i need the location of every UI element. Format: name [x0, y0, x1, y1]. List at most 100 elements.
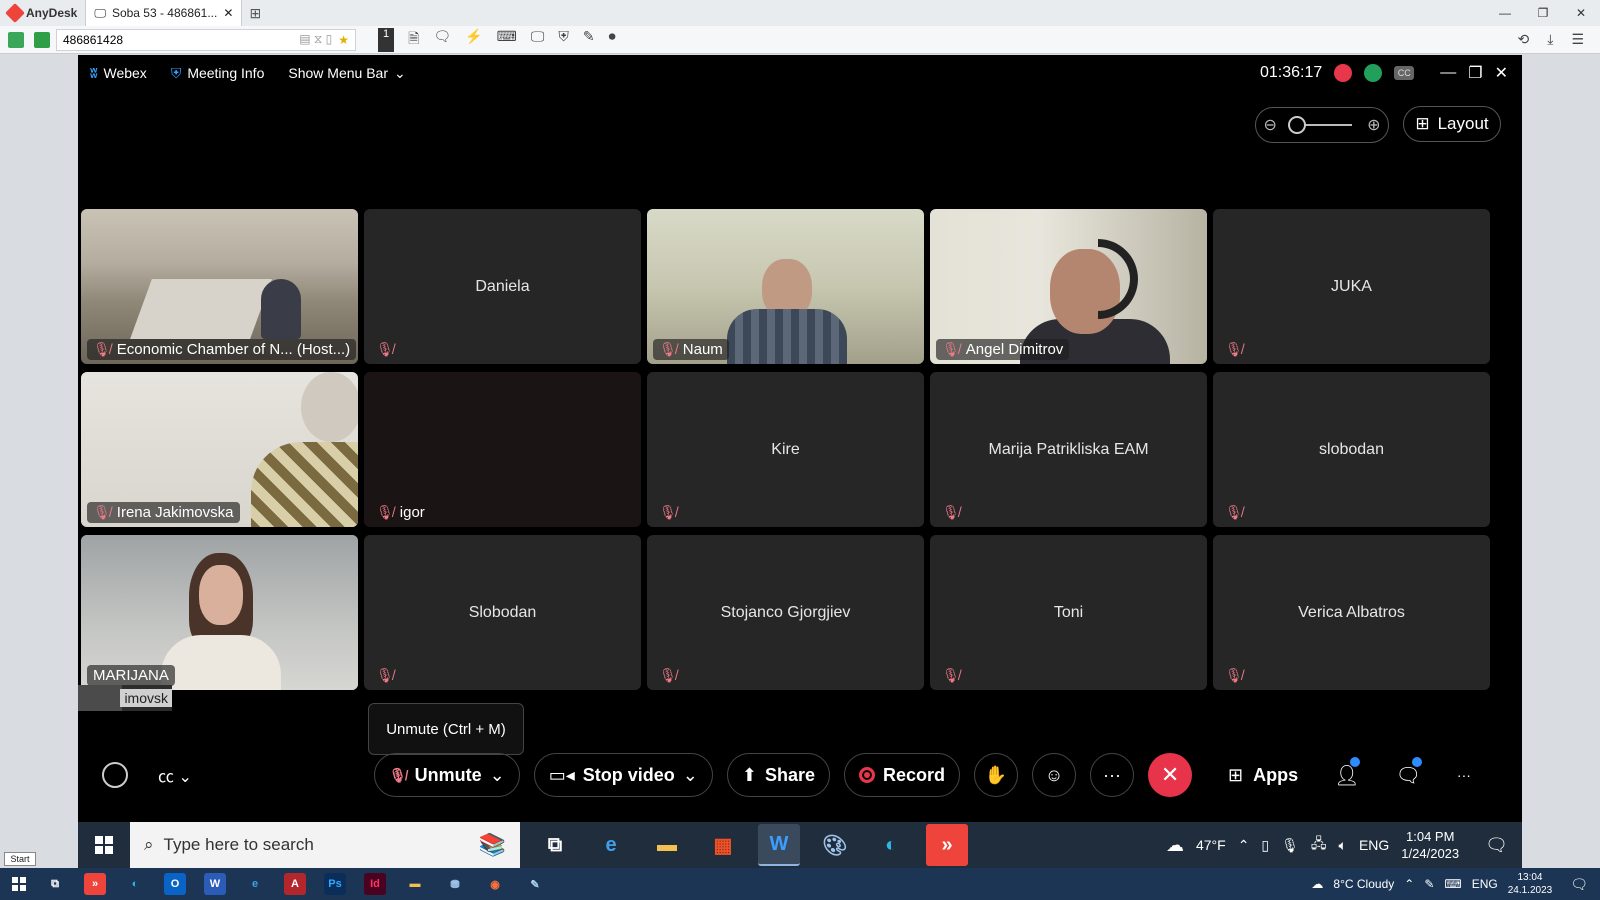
whiteboard-icon[interactable]: ✎	[583, 28, 595, 52]
photoshop-icon[interactable]: Ps	[324, 873, 346, 895]
display-icon[interactable]: 🖵	[531, 28, 545, 52]
device-icon[interactable]: ▯	[1261, 837, 1269, 854]
address-tools-icon[interactable]: ▤ ⧖ ▯	[299, 32, 332, 47]
address-field[interactable]: 486861428 ▤ ⧖ ▯ ★	[56, 28, 356, 51]
file-explorer-icon[interactable]: ▬	[404, 873, 426, 895]
record-button[interactable]: Record	[844, 753, 961, 797]
anydesk-icon[interactable]: »	[84, 873, 106, 895]
tray-chevron-icon[interactable]: ⌃	[1238, 837, 1250, 854]
participant-tile[interactable]: 🎙︎̸ Economic Chamber of N... (Host...)	[81, 209, 358, 364]
participants-button[interactable]: 👤︎	[1334, 756, 1361, 788]
monitor-select-button[interactable]: 1	[378, 27, 395, 52]
participant-tile[interactable]: Marija Patrikliska EAM 🎙︎̸	[930, 372, 1207, 527]
notepad-icon[interactable]: ✎	[524, 873, 546, 895]
acrobat-icon[interactable]: A	[284, 873, 306, 895]
internet-explorer-icon[interactable]: e	[590, 824, 632, 866]
hamburger-menu-icon[interactable]: ☰	[1571, 31, 1584, 48]
participant-tile[interactable]: Kire 🎙︎̸	[647, 372, 924, 527]
local-clock[interactable]: 13:04 24.1.2023	[1508, 871, 1553, 897]
remote-start-button[interactable]	[78, 822, 130, 868]
pen-icon[interactable]: ✎	[1424, 877, 1434, 891]
participant-tile[interactable]: 🎙︎̸ igor	[364, 372, 641, 527]
edge-icon[interactable]: ◐	[870, 824, 912, 866]
minimize-icon[interactable]: —	[1486, 6, 1524, 20]
word-icon[interactable]: W	[204, 873, 226, 895]
webex-minimize-icon[interactable]: —	[1440, 64, 1456, 82]
record-session-icon[interactable]: ⏺	[609, 28, 616, 52]
zoom-track[interactable]	[1288, 116, 1352, 134]
paint-icon[interactable]: 🎨︎	[814, 824, 856, 866]
permissions-icon[interactable]: ⛨	[558, 28, 569, 52]
internet-explorer-icon[interactable]: e	[244, 873, 266, 895]
participant-tile[interactable]: Slobodan 🎙︎̸	[364, 535, 641, 690]
local-start-icon[interactable]	[12, 877, 26, 891]
close-tab-icon[interactable]: ✕	[223, 6, 233, 20]
keyboard-icon[interactable]: ⌨	[1444, 877, 1461, 891]
participant-tile[interactable]: JUKA 🎙︎̸	[1213, 209, 1490, 364]
webex-restore-icon[interactable]: ❐	[1468, 63, 1482, 83]
webex-taskbar-icon[interactable]: W	[758, 824, 800, 866]
closed-caption-badge[interactable]: CC	[1394, 66, 1415, 80]
raise-hand-button[interactable]: ✋	[974, 753, 1019, 797]
download-icon[interactable]: ⤓	[1547, 31, 1553, 48]
volume-icon[interactable]: 🔈︎	[1339, 837, 1347, 854]
anydesk-taskbar-icon[interactable]: »	[926, 824, 968, 866]
history-icon[interactable]: ⟲	[1518, 31, 1530, 48]
local-language[interactable]: ENG	[1472, 877, 1498, 891]
file-explorer-icon[interactable]: ▬	[646, 824, 688, 866]
participant-tile[interactable]: Stojanco Gjorgjiev 🎙︎̸	[647, 535, 924, 690]
notifications-icon[interactable]: 🗨︎	[1485, 835, 1508, 856]
keyboard-icon[interactable]: ⌨	[497, 28, 517, 52]
firefox-icon[interactable]: ◉	[484, 873, 506, 895]
overflow-menu-button[interactable]: ···	[1457, 767, 1471, 783]
chevron-down-icon[interactable]: ⌄	[490, 765, 505, 786]
participant-tile[interactable]: 🎙︎̸ Angel Dimitrov	[930, 209, 1207, 364]
unmute-button[interactable]: 🎙︎̸ Unmute ⌄	[373, 753, 520, 797]
network-health-icon[interactable]	[1364, 64, 1383, 82]
new-tab-icon[interactable]: ⊞	[242, 5, 268, 22]
participant-tile[interactable]: 🎙︎̸ Irena Jakimovska	[81, 372, 358, 527]
chevron-down-icon[interactable]: ⌄	[683, 765, 698, 786]
zoom-out-icon[interactable]: ⊖	[1264, 115, 1277, 135]
stop-video-button[interactable]: ▭◂ Stop video ⌄	[533, 753, 713, 797]
active-speaker-tile[interactable]: MARIJANA	[81, 535, 358, 690]
notifications-icon[interactable]: 🗨︎	[1570, 876, 1588, 893]
tray-chevron-icon[interactable]: ⌃	[1404, 877, 1414, 891]
participant-tile[interactable]: slobodan 🎙︎̸	[1213, 372, 1490, 527]
reactions-button[interactable]: ☺	[1032, 753, 1077, 797]
participant-tile[interactable]: Toni 🎙︎̸	[930, 535, 1207, 690]
show-menu-bar-button[interactable]: Show Menu Bar ⌄	[276, 65, 417, 82]
end-call-button[interactable]: ✕	[1148, 753, 1193, 797]
outlook-icon[interactable]: O	[164, 873, 186, 895]
microphone-icon[interactable]: 🎙︎	[1281, 837, 1299, 854]
layout-button[interactable]: ⊞ Layout	[1403, 106, 1501, 142]
restore-icon[interactable]: ❐	[1524, 6, 1562, 20]
participant-tile[interactable]: Daniela 🎙︎̸	[364, 209, 641, 364]
actions-icon[interactable]: ⚡	[465, 28, 482, 52]
share-button[interactable]: ⬆ Share	[726, 753, 831, 797]
edge-icon[interactable]: ◐	[124, 873, 146, 895]
participant-tile[interactable]: 🎙︎̸ Naum	[647, 209, 924, 364]
local-weather[interactable]: 8°C Cloudy	[1333, 877, 1394, 891]
indesign-icon[interactable]: Id	[364, 873, 386, 895]
apps-button[interactable]: ⊞ Apps	[1228, 765, 1298, 786]
more-options-button[interactable]: ···	[1090, 753, 1135, 797]
background-effects-icon[interactable]	[102, 762, 128, 788]
webex-close-icon[interactable]: ✕	[1495, 63, 1508, 83]
chat-icon[interactable]: 🗨	[433, 28, 451, 52]
zoom-knob[interactable]	[1288, 116, 1306, 134]
remote-search-box[interactable]: ⌕ Type here to search 📚	[130, 822, 520, 868]
microsoft-store-icon[interactable]: ▦	[702, 824, 744, 866]
anydesk-session-tab[interactable]: 🖵 Soba 53 - 486861... ✕	[85, 0, 243, 26]
chat-button[interactable]: 🗨︎	[1396, 756, 1422, 788]
network-icon[interactable]: 🖧	[1311, 833, 1327, 857]
meeting-info-button[interactable]: ⛨ Meeting Info	[159, 65, 277, 82]
network-app-icon[interactable]: ⛃	[444, 873, 466, 895]
zoom-slider[interactable]: ⊖ ⊕	[1255, 107, 1389, 143]
task-view-icon[interactable]: ⧉	[534, 824, 576, 866]
remote-language[interactable]: ENG	[1359, 837, 1389, 853]
favorite-star-icon[interactable]: ★	[338, 33, 349, 47]
remote-weather[interactable]: 47°F	[1196, 837, 1226, 853]
participant-tile[interactable]: Verica Albatros 🎙︎̸	[1213, 535, 1490, 690]
remote-clock[interactable]: 1:04 PM 1/24/2023	[1401, 828, 1459, 862]
